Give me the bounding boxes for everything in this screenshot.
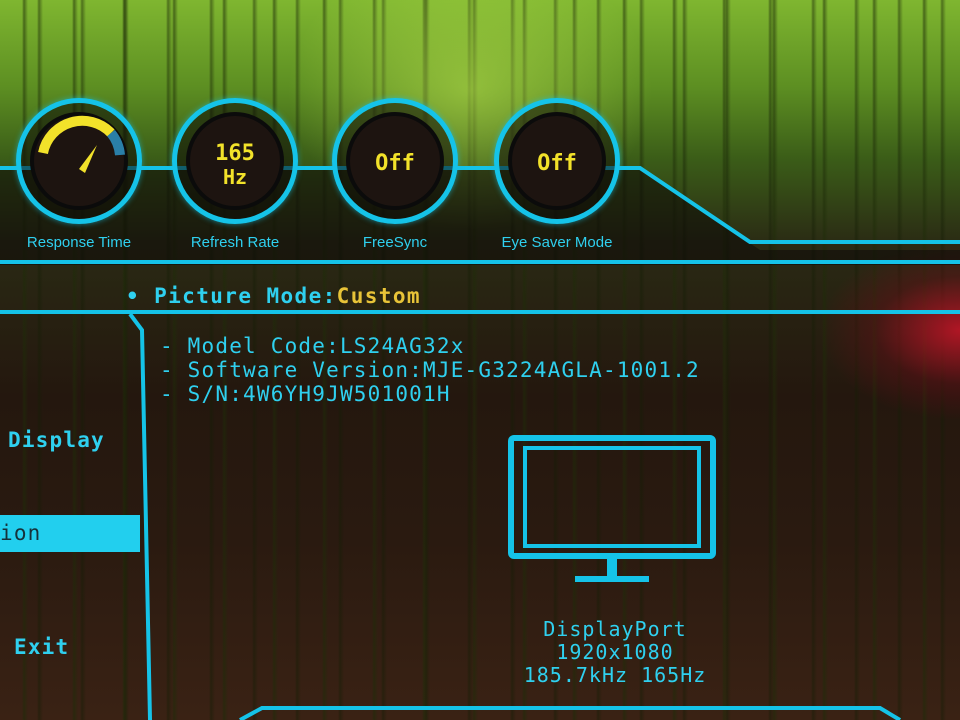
eye-saver-label: Eye Saver Mode: [501, 234, 613, 251]
picture-mode-bullet: •: [126, 284, 141, 308]
picture-mode-label: Picture Mode:: [154, 284, 337, 308]
response-time-gauge[interactable]: [16, 98, 142, 224]
eye-saver-gauge[interactable]: Off: [494, 98, 620, 224]
menu-item-exit[interactable]: Exit: [14, 635, 69, 659]
model-code: - Model Code:LS24AG32x: [160, 334, 465, 358]
source-port: DisplayPort: [543, 617, 687, 641]
menu-item-information-label: ion: [0, 521, 42, 545]
refresh-rate-unit: Hz: [222, 165, 248, 189]
freesync-label: FreeSync: [362, 234, 428, 251]
response-time-label: Response Time: [26, 234, 132, 251]
refresh-rate-label: Refresh Rate: [190, 234, 280, 251]
refresh-rate-value: 165: [215, 141, 255, 166]
serial-number: - S/N:4W6YH9JW501001H: [160, 382, 451, 406]
menu-item-information[interactable]: ion: [0, 515, 140, 552]
freesync-gauge[interactable]: Off: [332, 98, 458, 224]
software-version: - Software Version:MJE-G3224AGLA-1001.2: [160, 358, 700, 382]
picture-mode-value: Custom: [336, 284, 421, 308]
picture-mode-line: • Picture Mode:Custom: [126, 284, 421, 308]
menu-item-display[interactable]: Display: [8, 428, 105, 452]
source-frequency: 185.7kHz 165Hz: [523, 663, 707, 687]
source-resolution: 1920x1080: [556, 640, 674, 664]
freesync-value: Off: [375, 151, 415, 176]
dial-gauge-icon: [38, 115, 125, 173]
refresh-rate-gauge[interactable]: 165 Hz: [172, 98, 298, 224]
monitor-icon: [508, 435, 716, 582]
eye-saver-value: Off: [537, 151, 577, 176]
